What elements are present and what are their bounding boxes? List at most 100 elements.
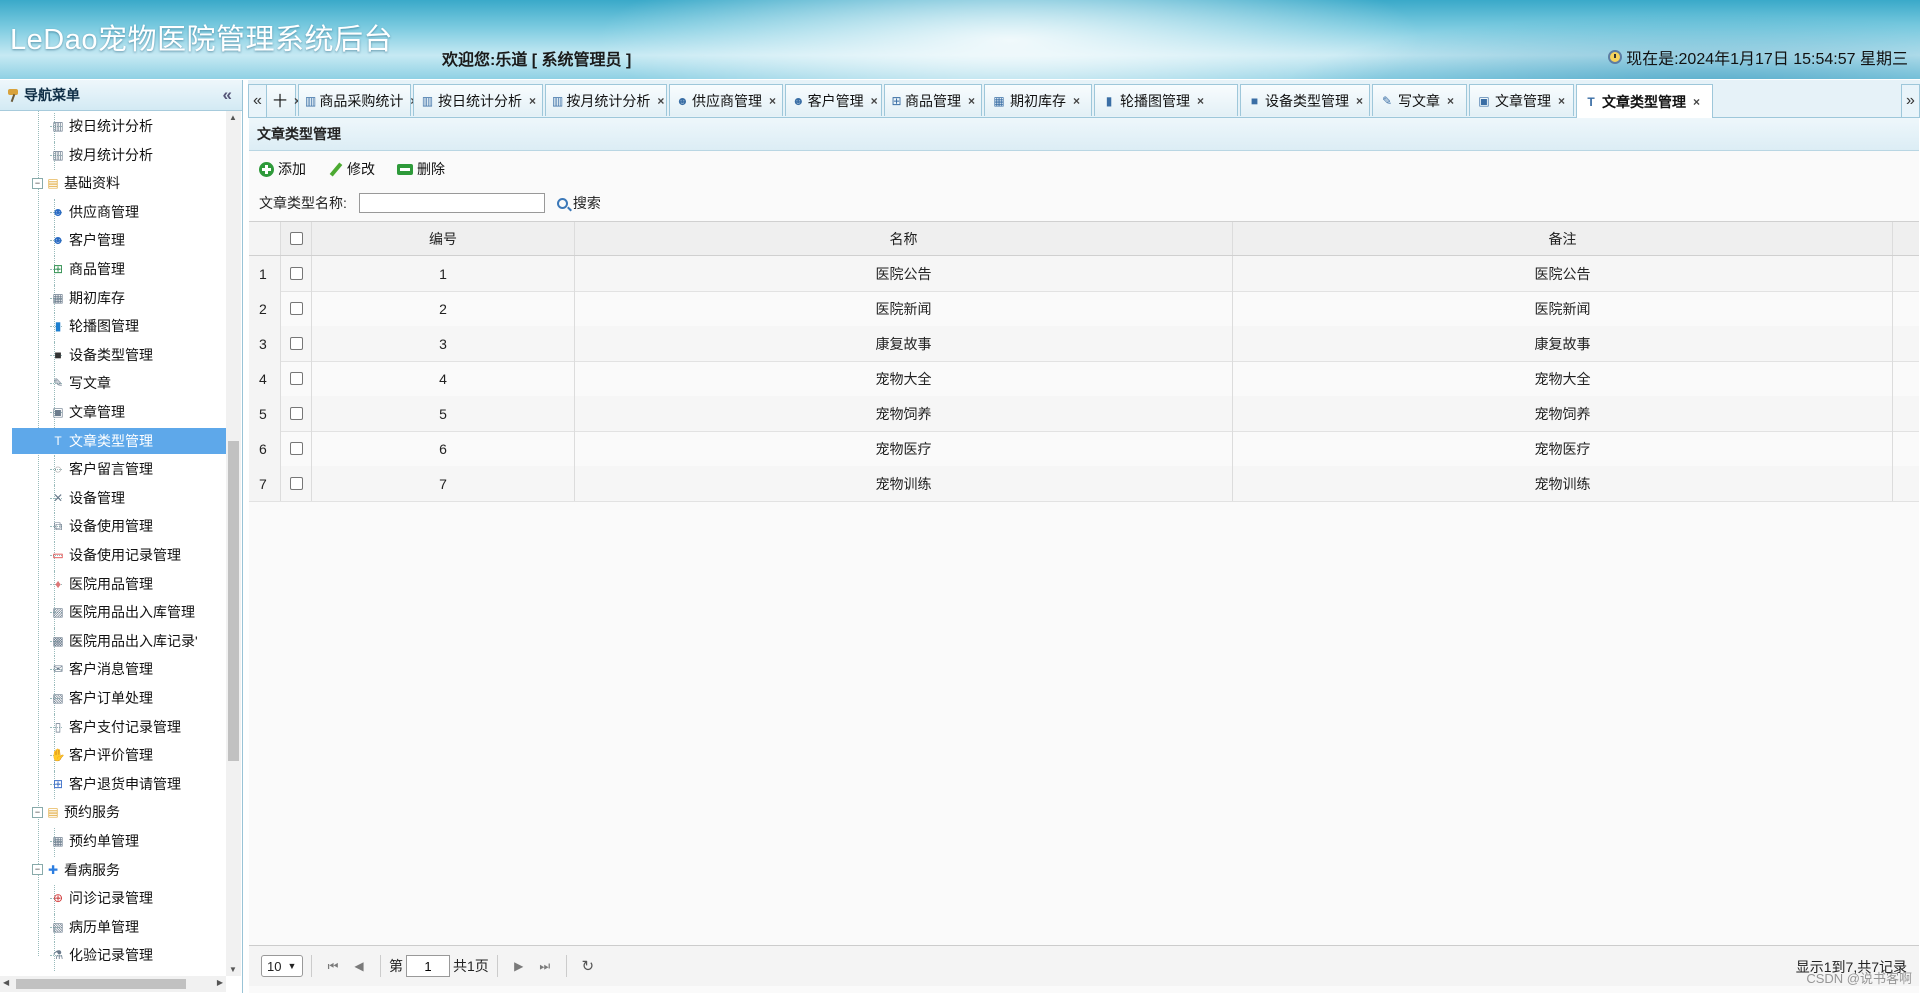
tab-4[interactable]: ▥ 按月统计分析 × [545, 84, 667, 116]
sidebar-item-16[interactable]: ▭ 设备使用记录管理 [50, 542, 181, 568]
tree-toggle-icon[interactable]: − [32, 864, 43, 876]
article-type-name-input[interactable] [358, 193, 545, 213]
first-page-icon[interactable]: ⏮ [320, 959, 346, 974]
sidebar-item-15[interactable]: ⧉ 设备使用管理 [50, 513, 153, 539]
scroll-down-arrow-icon[interactable]: ▼ [229, 965, 237, 974]
table-row[interactable]: 2 2 医院新闻 医院新闻 [249, 291, 1919, 327]
row-checkbox[interactable] [289, 302, 303, 315]
search-bar: 文章类型名称: 搜索 [259, 191, 601, 215]
select-all-checkbox[interactable] [289, 232, 303, 245]
close-icon[interactable]: × [657, 94, 664, 108]
tree-toggle-icon[interactable]: − [32, 177, 43, 189]
sidebar-item-2[interactable]: ▥ 按月统计分析 [50, 142, 153, 168]
table-row[interactable]: 3 3 康复故事 康复故事 [249, 326, 1919, 362]
sidebar-item-22[interactable]: ▯ 客户支付记录管理 [50, 714, 181, 740]
column-header-id[interactable]: 编号 [312, 222, 575, 255]
search-button[interactable]: 搜索 [556, 193, 601, 213]
scroll-up-arrow-icon[interactable]: ▲ [229, 113, 237, 122]
tab-2[interactable]: ▥商品采购统计× [298, 84, 417, 116]
close-icon[interactable]: × [1356, 94, 1363, 108]
table-row[interactable]: 6 6 宠物医疗 宠物医疗 [249, 431, 1919, 467]
tab-8[interactable]: ▦ 期初库存 × [984, 84, 1092, 116]
nav-vertical-scrollbar[interactable]: ▲ ▼ [226, 111, 241, 976]
close-icon[interactable]: × [1447, 94, 1454, 108]
refresh-icon[interactable]: ↻ [575, 957, 601, 975]
sidebar-item-3[interactable]: − ▤ 基础资料 [32, 170, 120, 196]
sidebar-item-28[interactable]: ⊕ 问诊记录管理 [50, 885, 153, 911]
close-icon[interactable]: × [871, 94, 878, 108]
sidebar-item-4[interactable]: ☻ 供应商管理 [50, 199, 139, 225]
close-icon[interactable]: × [968, 94, 975, 108]
tab-7[interactable]: ⊞ 商品管理 × [884, 84, 982, 116]
close-icon[interactable]: × [769, 94, 776, 108]
tab-11[interactable]: ✎ 写文章 × [1372, 84, 1467, 116]
page-number-input[interactable] [406, 955, 450, 977]
sidebar-item-11[interactable]: ▣ 文章管理 [50, 399, 125, 425]
add-button[interactable]: 添加 [259, 159, 306, 179]
sidebar-item-6[interactable]: ⊞ 商品管理 [50, 256, 125, 282]
table-row[interactable]: 4 4 宠物大全 宠物大全 [249, 361, 1919, 397]
sidebar-item-29[interactable]: ▧ 病历单管理 [50, 914, 139, 940]
close-icon[interactable]: × [529, 94, 536, 108]
sidebar-item-23[interactable]: ✋ 客户评价管理 [50, 742, 153, 768]
sidebar-item-24[interactable]: ⊞ 客户退货申请管理 [50, 771, 181, 797]
column-header-name[interactable]: 名称 [575, 222, 1233, 255]
nav-hscroll-thumb[interactable] [16, 979, 186, 989]
close-icon[interactable]: × [1693, 95, 1700, 109]
sidebar-item-17[interactable]: ♦ 医院用品管理 [50, 571, 153, 597]
sidebar-item-18[interactable]: ▨ 医院用品出入库管理 [50, 599, 195, 625]
table-row[interactable]: 7 7 宠物训练 宠物训练 [249, 466, 1919, 502]
sidebar-item-25[interactable]: − ▤ 预约服务 [32, 799, 120, 825]
sidebar-item-21[interactable]: ▧ 客户订单处理 [50, 685, 153, 711]
tab-3[interactable]: ▥ 按日统计分析 × [413, 84, 543, 116]
sidebar-item-13[interactable]: ◌ 客户留言管理 [50, 456, 153, 482]
column-header-remark[interactable]: 备注 [1233, 222, 1893, 255]
page-size-select[interactable]: 10 ▼ [261, 955, 303, 977]
tree-toggle-icon[interactable]: − [32, 806, 43, 818]
table-row[interactable]: 1 1 医院公告 医院公告 [249, 256, 1919, 292]
row-checkbox[interactable] [289, 372, 303, 385]
sidebar-item-20[interactable]: ✉ 客户消息管理 [50, 656, 153, 682]
tab-scroll-right-button[interactable]: » [1901, 84, 1920, 118]
row-checkbox[interactable] [289, 477, 303, 490]
tab-12[interactable]: ▣ 文章管理 × [1469, 84, 1574, 116]
row-checkbox[interactable] [289, 442, 303, 455]
scroll-right-arrow-icon[interactable]: ▶ [217, 978, 223, 987]
scroll-left-arrow-icon[interactable]: ◀ [3, 978, 9, 987]
row-number: 2 [249, 291, 281, 326]
tab-9[interactable]: ▮ 轮播图管理 × [1094, 84, 1238, 116]
sidebar-item-1[interactable]: ▥ 按日统计分析 [50, 113, 153, 139]
tab-13[interactable]: T 文章类型管理 × [1576, 84, 1713, 118]
tab-scroll-left-button[interactable]: « [248, 84, 267, 118]
tab-1[interactable]: 十× [266, 84, 301, 116]
close-icon[interactable]: × [1073, 94, 1080, 108]
sidebar-item-26[interactable]: ▦ 预约单管理 [50, 828, 139, 854]
sidebar-item-14[interactable]: ✕ 设备管理 [50, 485, 125, 511]
sidebar-item-12[interactable]: T 文章类型管理 [12, 427, 226, 454]
sidebar-item-30[interactable]: ⚗ 化验记录管理 [50, 942, 153, 968]
edit-button[interactable]: 修改 [328, 159, 375, 179]
tab-5[interactable]: ☻ 供应商管理 × [669, 84, 783, 116]
delete-button[interactable]: 删除 [397, 159, 445, 179]
next-page-icon[interactable]: ▶ [506, 959, 532, 973]
sidebar-item-5[interactable]: ☻ 客户管理 [50, 227, 125, 253]
sidebar-item-27[interactable]: − ✚ 看病服务 [32, 857, 120, 883]
nav-horizontal-scrollbar[interactable]: ◀ ▶ [0, 976, 226, 992]
prev-page-icon[interactable]: ◀ [346, 959, 372, 973]
row-checkbox[interactable] [289, 407, 303, 420]
close-icon[interactable]: × [1558, 94, 1565, 108]
nav-scroll-thumb[interactable] [228, 441, 239, 761]
last-page-icon[interactable]: ⏭ [532, 959, 558, 974]
table-row[interactable]: 5 5 宠物饲养 宠物饲养 [249, 396, 1919, 432]
close-icon[interactable]: × [1197, 94, 1204, 108]
sidebar-item-7[interactable]: ▦ 期初库存 [50, 285, 125, 311]
row-checkbox[interactable] [289, 337, 303, 350]
collapse-nav-button[interactable]: « [223, 85, 232, 105]
tab-10[interactable]: ■ 设备类型管理 × [1240, 84, 1370, 116]
sidebar-item-19[interactable]: ▩ 医院用品出入库记录' [50, 628, 197, 654]
tab-6[interactable]: ☻ 客户管理 × [785, 84, 882, 116]
sidebar-item-9[interactable]: ■ 设备类型管理 [50, 342, 153, 368]
sidebar-item-8[interactable]: ▮ 轮播图管理 [50, 313, 139, 339]
sidebar-item-10[interactable]: ✎ 写文章 [50, 370, 111, 396]
row-checkbox[interactable] [289, 267, 303, 280]
